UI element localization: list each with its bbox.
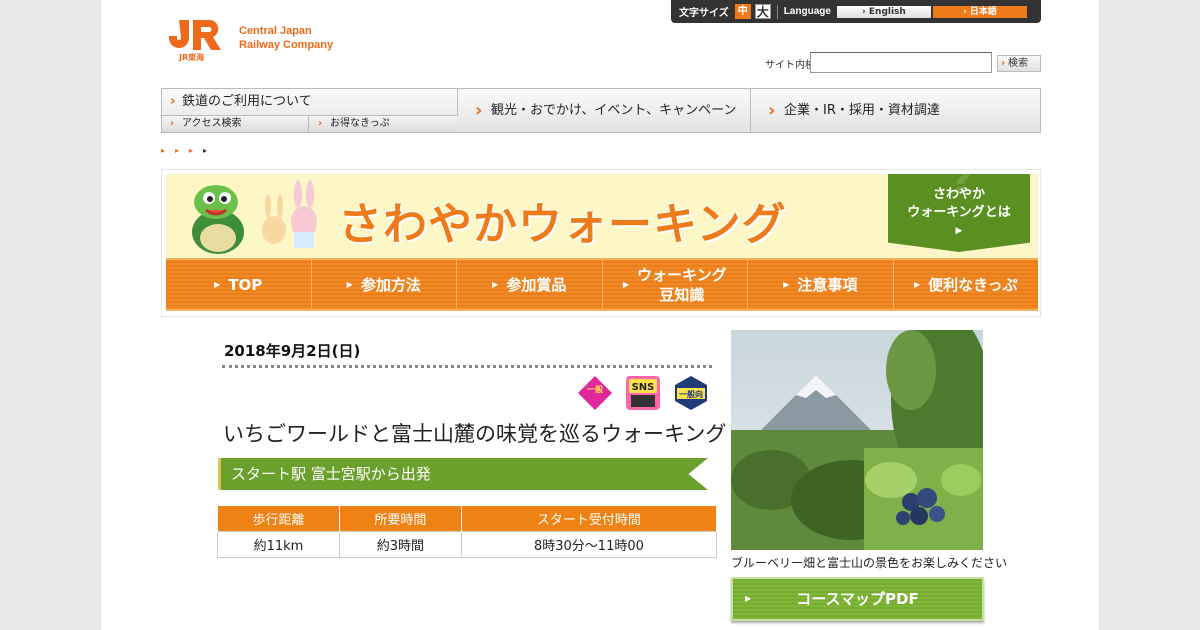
jr-central-logo[interactable]: JR東海 Central Japan Railway Company <box>165 16 365 66</box>
search-button[interactable]: 検索 <box>997 55 1041 72</box>
course-bar: スタート駅 富士宮駅から出発 <box>218 458 716 492</box>
tab-cautions-label: 注意事項 <box>797 275 858 294</box>
general-badge-icon: 一般向 <box>675 376 707 410</box>
tab-top-label: TOP <box>228 275 263 294</box>
breadcrumb: ▸▸▸▸ <box>161 146 218 155</box>
global-nav: › 鉄道のご利用について › アクセス検索 › お得なきっぷ › 観光・おでかけ… <box>161 88 1041 133</box>
divider <box>776 4 778 19</box>
header-distance: 歩行距離 <box>217 505 340 532</box>
search-input[interactable] <box>810 52 992 73</box>
course-map-pdf-button[interactable]: ▶ コースマップPDF <box>731 577 984 621</box>
nav-tickets[interactable]: › お得なきっぷ <box>310 116 458 132</box>
course-photo <box>731 330 983 550</box>
arrow-right-icon: ▶ <box>492 279 499 289</box>
tab-how-to-join-label: 参加方法 <box>360 275 421 294</box>
banner-header: さわやかウォーキング ? さわやか ウォーキングとは ▶ <box>166 174 1038 258</box>
nav-tourism-label: 観光・おでかけ、イベント、キャンペーン <box>491 103 737 118</box>
page: JR東海 Central Japan Railway Company 文字サイズ… <box>100 0 1100 630</box>
logo-text-line1: Central Japan <box>239 25 312 37</box>
sns-badge-icon: SNS <box>626 376 660 410</box>
tab-walking-tips-label: ウォーキング 豆知識 <box>637 265 727 304</box>
table-header-row: 歩行距離 所要時間 スタート受付時間 <box>217 505 718 532</box>
nav-tourism[interactable]: › 観光・おでかけ、イベント、キャンペーン <box>459 89 751 132</box>
arrow-right-icon: ▶ <box>913 279 921 289</box>
about-line2: ウォーキングとは <box>907 205 1011 220</box>
logo-text: Central Japan Railway Company <box>239 24 333 52</box>
course-name: スタート駅 富士宮駅から出発 <box>218 458 708 490</box>
dotted-divider <box>222 365 712 369</box>
tab-prizes-label: 参加賞品 <box>506 275 567 294</box>
arrow-right-icon: ▶ <box>745 594 752 603</box>
question-icon: ? <box>950 158 974 204</box>
badge-sns-text: SNS <box>632 382 655 393</box>
nav-corporate[interactable]: › 企業・IR・採用・資材調達 <box>752 89 1040 132</box>
language-label: Language <box>783 6 831 17</box>
chevron-right-icon: › <box>475 100 483 121</box>
table-row: 約11km 約3時間 8時30分～11時00 <box>217 531 718 558</box>
arrow-down-icon: ▶ <box>955 226 963 236</box>
logo-mark-text: JR東海 <box>178 52 204 62</box>
utility-bar: 文字サイズ 中 大 Language › English › 日本語 <box>671 0 1041 23</box>
chevron-right-icon: › <box>318 118 323 129</box>
nav-rail-use[interactable]: › 鉄道のご利用について <box>162 89 458 116</box>
font-size-label: 文字サイズ <box>679 8 729 19</box>
chevron-right-icon: › <box>170 118 175 129</box>
arrow-right-icon: ▶ <box>214 279 221 289</box>
tab-how-to-join[interactable]: ▶ 参加方法 <box>312 260 457 309</box>
jr-logo-icon: JR東海 <box>169 20 221 62</box>
tab-walking-tips[interactable]: ▶ ウォーキング 豆知識 <box>603 260 748 309</box>
chevron-right-icon: › <box>768 100 776 121</box>
tab-tickets[interactable]: ▶ 便利なきっぷ <box>894 260 1039 309</box>
font-size-medium-button[interactable]: 中 <box>734 4 751 19</box>
event-date: 2018年9月2日(日) <box>224 342 361 360</box>
event-title: いちごワールドと富士山麓の味覚を巡るウォーキング <box>223 422 727 446</box>
nav-rail-use-label: 鉄道のご利用について <box>182 94 312 109</box>
tab-tickets-label: 便利なきっぷ <box>928 275 1018 294</box>
cell-duration: 約3時間 <box>338 531 462 558</box>
photo-caption: ブルーベリー畑と富士山の景色をお楽しみください <box>731 556 1008 570</box>
walking-banner: さわやかウォーキング ? さわやか ウォーキングとは ▶ ▶ TOP ▶ 参加方法 … <box>161 169 1041 317</box>
arrow-right-icon: ▶ <box>783 279 790 289</box>
japanese-button[interactable]: › 日本語 <box>932 5 1027 18</box>
cell-distance: 約11km <box>217 531 340 558</box>
nav-rail-column: › 鉄道のご利用について › アクセス検索 › お得なきっぷ <box>162 89 458 132</box>
nav-access-search-label: アクセス検索 <box>182 118 242 129</box>
course-map-pdf-label: コースマップPDF <box>796 590 919 608</box>
font-size-large-button[interactable]: 大 <box>754 4 771 19</box>
arrow-right-icon: ▶ <box>346 279 353 289</box>
nav-access-search[interactable]: › アクセス検索 <box>162 116 309 132</box>
banner-tabs: ▶ TOP ▶ 参加方法 ▶ 参加賞品 ▶ ウォーキング 豆知識 ▶ 注意事項 ▶ 便利なき… <box>166 258 1038 311</box>
nav-corporate-label: 企業・IR・採用・資材調達 <box>784 103 940 118</box>
about-walking-button[interactable]: ? さわやか ウォーキングとは ▶ <box>888 174 1030 252</box>
tab-prizes[interactable]: ▶ 参加賞品 <box>457 260 603 309</box>
general-course-badge-icon: 一般 <box>578 376 612 410</box>
event-info-table: 歩行距離 所要時間 スタート受付時間 約11km 約3時間 8時30分～11時0… <box>217 505 718 558</box>
header-start-time: スタート受付時間 <box>460 505 718 532</box>
header-duration: 所要時間 <box>338 505 462 532</box>
tab-top[interactable]: ▶ TOP <box>166 260 312 309</box>
badge-general-text-2: 一般向 <box>679 389 703 399</box>
mascot-characters-icon <box>192 180 317 254</box>
logo-text-line2: Railway Company <box>239 39 334 51</box>
chevron-right-icon: › <box>170 94 176 109</box>
arrow-right-icon: ▶ <box>622 279 630 289</box>
tab-cautions[interactable]: ▶ 注意事項 <box>748 260 894 309</box>
nav-tickets-label: お得なきっぷ <box>330 118 390 129</box>
english-button[interactable]: › English <box>836 5 931 18</box>
banner-title: さわやかウォーキング <box>338 199 787 250</box>
badge-general-text: 一般 <box>587 384 603 394</box>
cell-start-time: 8時30分～11時00 <box>460 531 718 558</box>
